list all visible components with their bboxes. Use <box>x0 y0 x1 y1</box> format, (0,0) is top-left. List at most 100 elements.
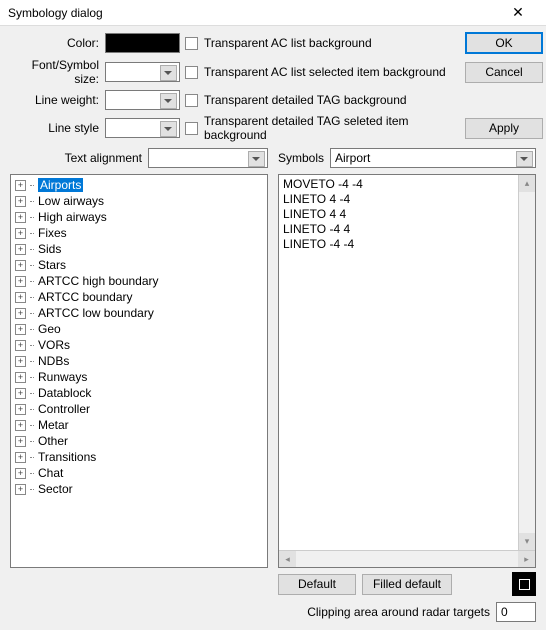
tree-item[interactable]: + Stars <box>13 257 265 273</box>
tree-item[interactable]: +High airways <box>13 209 265 225</box>
code-panel[interactable]: MOVETO -4 -4LINETO 4 -4LINETO 4 4LINETO … <box>278 174 536 568</box>
checkbox-2[interactable] <box>185 66 198 79</box>
tree-item[interactable]: + Geo <box>13 321 265 337</box>
tree-panel[interactable]: +Airports+Low airways+High airways+Fixes… <box>10 174 268 568</box>
tree-item[interactable]: + ARTCC low boundary <box>13 305 265 321</box>
symbol-preview <box>512 572 536 596</box>
checkbox-4[interactable] <box>185 122 198 135</box>
titlebar: Symbology dialog ✕ <box>0 0 546 26</box>
chk-row-2: Transparent AC list selected item backgr… <box>185 65 465 79</box>
cancel-button[interactable]: Cancel <box>465 62 543 83</box>
tree-item[interactable]: + NDBs <box>13 353 265 369</box>
label-clipping: Clipping area around radar targets <box>307 605 490 619</box>
apply-button[interactable]: Apply <box>465 118 543 139</box>
tree-item-label: Transitions <box>38 450 96 464</box>
tree-item[interactable]: +Sector <box>13 481 265 497</box>
expand-icon[interactable]: + <box>15 196 26 207</box>
expand-icon[interactable]: + <box>15 468 26 479</box>
fontsize-combo[interactable] <box>105 62 180 82</box>
tree-item-label: Geo <box>38 322 61 336</box>
scroll-up-icon[interactable]: ▴ <box>519 175 535 192</box>
tree-item[interactable]: + Transitions <box>13 449 265 465</box>
tree-item-label: Runways <box>38 370 87 384</box>
tree-connector <box>30 217 34 218</box>
tree-item[interactable]: + Fixes <box>13 225 265 241</box>
tree-item[interactable]: + Runways <box>13 369 265 385</box>
tree-item-label: ARTCC high boundary <box>38 274 159 288</box>
tree-connector <box>30 329 34 330</box>
chk-row-1: Transparent AC list background <box>185 36 465 50</box>
expand-icon[interactable]: + <box>15 484 26 495</box>
tree-item[interactable]: +Controller <box>13 401 265 417</box>
tree-item[interactable]: + Other <box>13 433 265 449</box>
scroll-down-icon[interactable]: ▾ <box>519 533 535 550</box>
expand-icon[interactable]: + <box>15 244 26 255</box>
expand-icon[interactable]: + <box>15 436 26 447</box>
code-line: MOVETO -4 -4 <box>283 177 531 192</box>
expand-icon[interactable]: + <box>15 260 26 271</box>
tree-item[interactable]: +Sids <box>13 241 265 257</box>
tree-connector <box>30 473 34 474</box>
symbols-combo[interactable]: Airport <box>330 148 536 168</box>
tree-connector <box>30 201 34 202</box>
linestyle-combo[interactable] <box>105 118 180 138</box>
expand-icon[interactable]: + <box>15 292 26 303</box>
expand-icon[interactable]: + <box>15 324 26 335</box>
tree-item[interactable]: +VORs <box>13 337 265 353</box>
tree-item[interactable]: +Datablock <box>13 385 265 401</box>
tree-item[interactable]: +ARTCC boundary <box>13 289 265 305</box>
code-scroll-h[interactable]: ◂ ▸ <box>279 550 535 567</box>
tree-item[interactable]: +Airports <box>13 177 265 193</box>
text-alignment-combo[interactable] <box>148 148 268 168</box>
expand-icon[interactable]: + <box>15 180 26 191</box>
close-icon[interactable]: ✕ <box>498 0 538 26</box>
tree-connector <box>30 377 34 378</box>
tree-item-label: NDBs <box>38 354 69 368</box>
tree-item[interactable]: + ARTCC high boundary <box>13 273 265 289</box>
tree-item-label: Stars <box>38 258 66 272</box>
expand-icon[interactable]: + <box>15 276 26 287</box>
tree-connector <box>30 409 34 410</box>
panels: +Airports+Low airways+High airways+Fixes… <box>10 174 536 568</box>
expand-icon[interactable]: + <box>15 420 26 431</box>
tree-connector <box>30 249 34 250</box>
checkbox-1[interactable] <box>185 37 198 50</box>
expand-icon[interactable]: + <box>15 356 26 367</box>
expand-icon[interactable]: + <box>15 340 26 351</box>
checkbox-4-label: Transparent detailed TAG seleted item ba… <box>204 114 465 142</box>
tree-item-label: ARTCC low boundary <box>38 306 154 320</box>
filled-default-button[interactable]: Filled default <box>362 574 452 595</box>
expand-icon[interactable]: + <box>15 308 26 319</box>
expand-icon[interactable]: + <box>15 388 26 399</box>
tree-connector <box>30 297 34 298</box>
tree-connector <box>30 313 34 314</box>
scroll-right-icon[interactable]: ▸ <box>518 551 535 567</box>
expand-icon[interactable]: + <box>15 452 26 463</box>
tree-item-label: Other <box>38 434 68 448</box>
tree-item[interactable]: +Metar <box>13 417 265 433</box>
tree-item[interactable]: + Chat <box>13 465 265 481</box>
checkbox-1-label: Transparent AC list background <box>204 36 372 50</box>
expand-icon[interactable]: + <box>15 372 26 383</box>
expand-icon[interactable]: + <box>15 404 26 415</box>
default-button[interactable]: Default <box>278 574 356 595</box>
checkbox-3[interactable] <box>185 94 198 107</box>
code-line: LINETO 4 -4 <box>283 192 531 207</box>
tree-item-label: Chat <box>38 466 63 480</box>
label-fontsize: Font/Symbol size: <box>10 58 105 86</box>
chk-row-4: Transparent detailed TAG seleted item ba… <box>185 114 465 142</box>
expand-icon[interactable]: + <box>15 228 26 239</box>
lineweight-combo[interactable] <box>105 90 180 110</box>
code-scroll-v[interactable]: ▴ ▾ <box>518 175 535 550</box>
color-swatch[interactable] <box>105 33 180 53</box>
clipping-input[interactable]: 0 <box>496 602 536 622</box>
tree-connector <box>30 185 34 186</box>
tree-item-label: Fixes <box>38 226 67 240</box>
symbols-combo-value: Airport <box>335 151 370 165</box>
scroll-left-icon[interactable]: ◂ <box>279 551 296 567</box>
dialog-content: Color: Transparent AC list background OK… <box>0 26 546 630</box>
expand-icon[interactable]: + <box>15 212 26 223</box>
bottom-row-1: Default Filled default <box>10 572 536 596</box>
ok-button[interactable]: OK <box>465 32 543 54</box>
tree-item[interactable]: +Low airways <box>13 193 265 209</box>
